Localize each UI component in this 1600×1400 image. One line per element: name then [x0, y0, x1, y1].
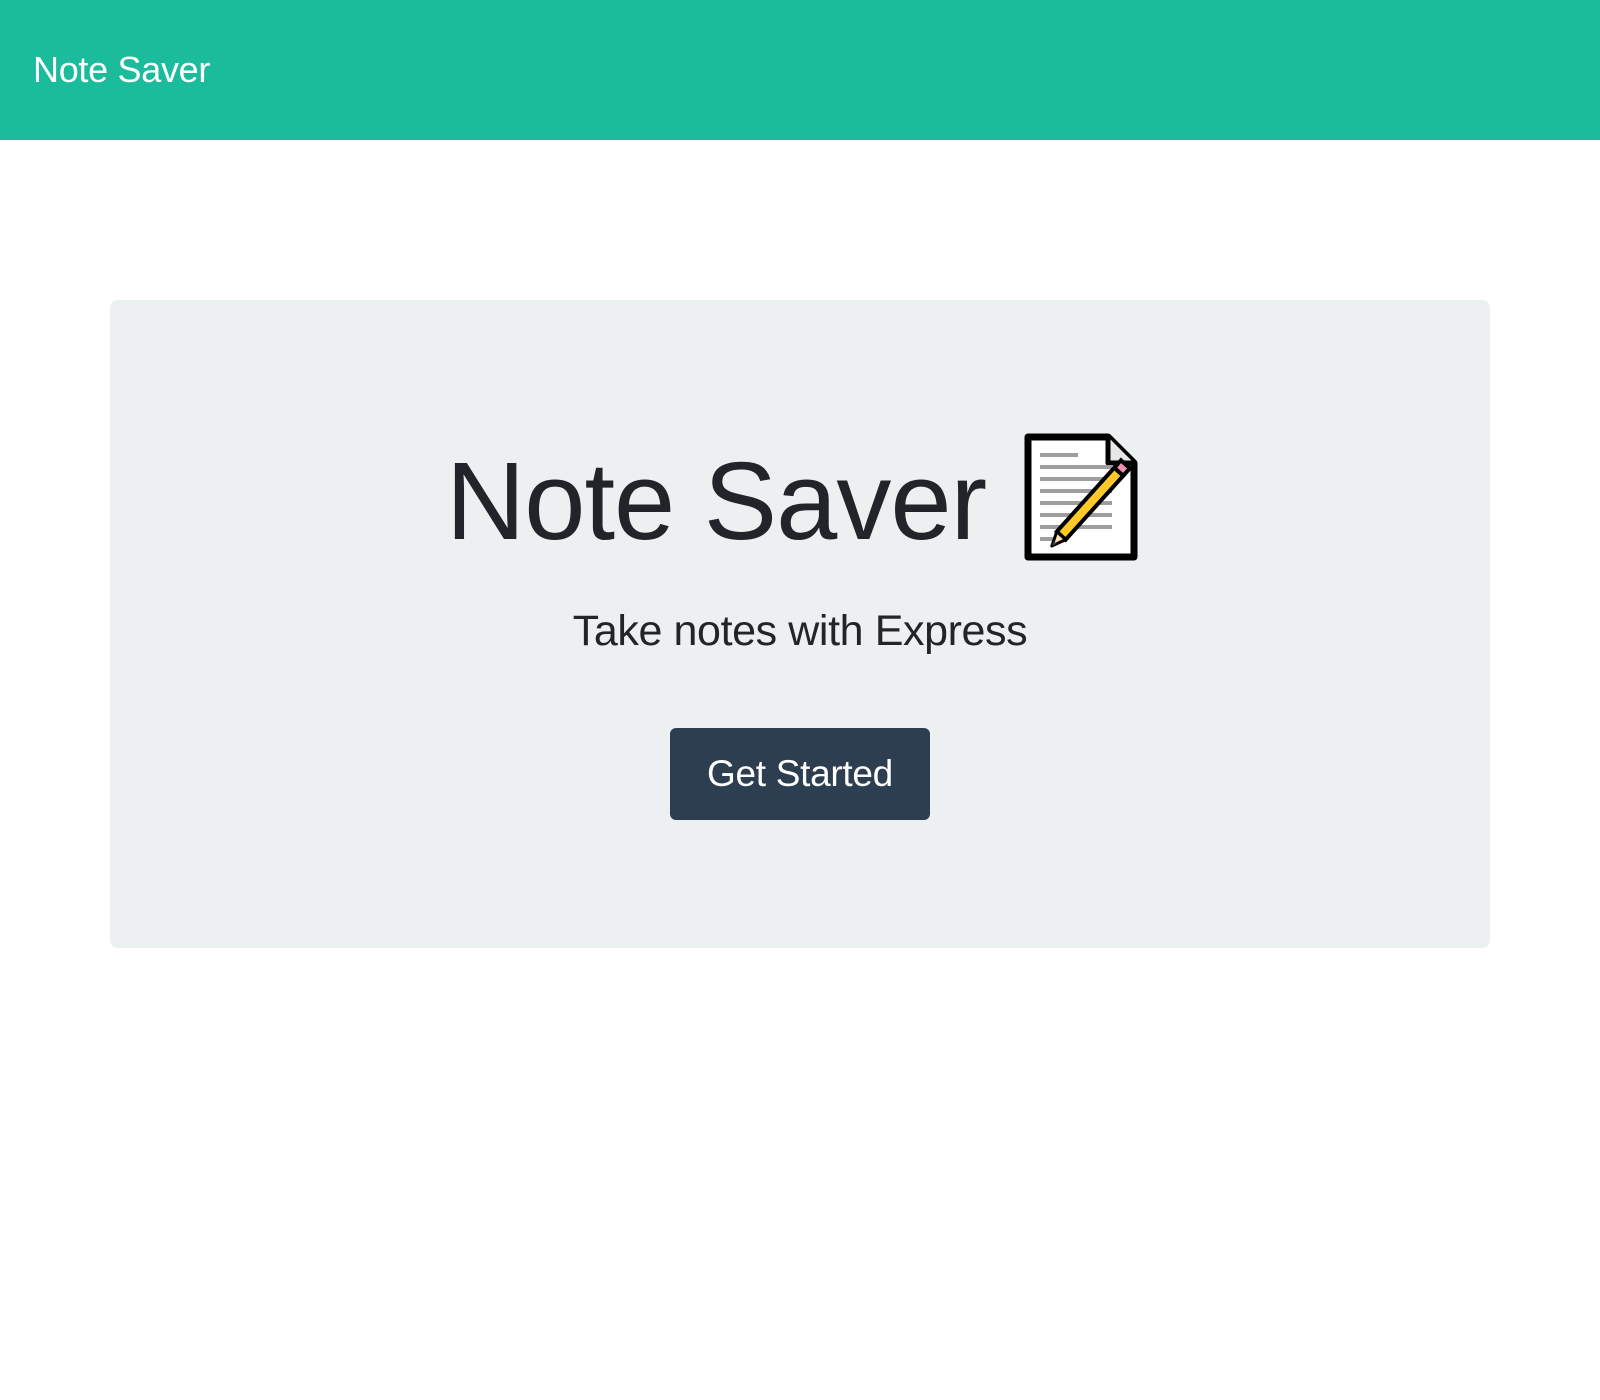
hero-subtitle: Take notes with Express [572, 607, 1028, 655]
navbar-brand-link[interactable]: Note Saver [33, 52, 210, 88]
cta-wrapper: Get Started [110, 728, 1490, 820]
hero-title: Note Saver [445, 440, 987, 563]
memo-icon [1022, 433, 1154, 563]
navbar: Note Saver [0, 0, 1600, 140]
hero-jumbotron: Note Saver Take notes with Express Get S… [110, 300, 1490, 948]
hero-title-row: Note Saver [110, 433, 1490, 563]
get-started-button[interactable]: Get Started [670, 728, 930, 820]
